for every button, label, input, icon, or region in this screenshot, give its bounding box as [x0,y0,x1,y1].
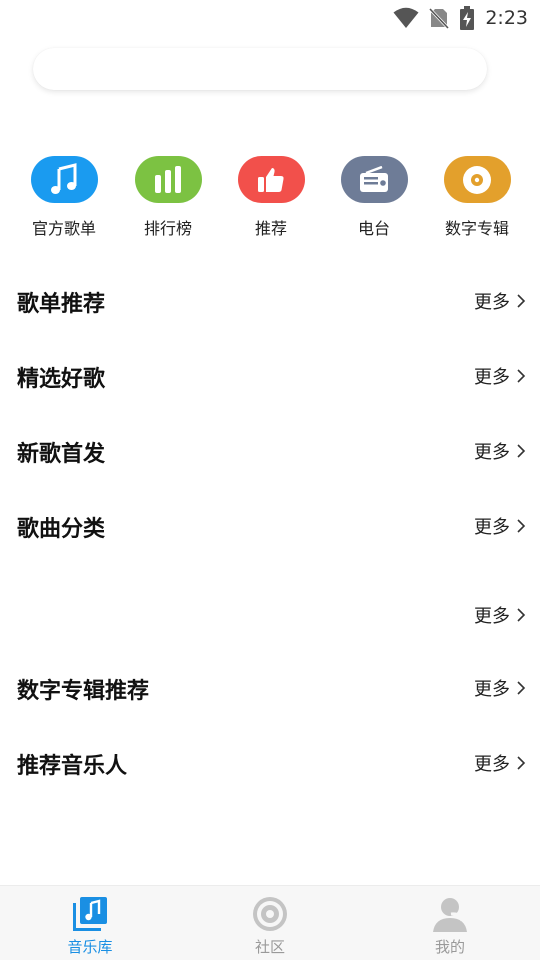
entry-charts[interactable]: 排行榜 [118,156,218,239]
nav-profile[interactable]: 我的 [360,886,540,960]
chevron-right-icon [517,369,526,383]
more-label: 更多 [474,442,510,463]
radio-icon [360,165,388,192]
more-label: 更多 [474,517,510,538]
section-song-categories: 歌曲分类 更多 [0,505,540,545]
entry-radio[interactable]: 电台 [324,156,424,239]
more-button[interactable]: 更多 [474,675,526,701]
entry-pill [340,156,408,203]
section-playlist-recommend: 歌单推荐 更多 [0,280,540,320]
section-title: 数字专辑推荐 [17,679,150,704]
no-sim-icon [429,7,450,29]
bottom-nav: 音乐库 社区 我的 [0,885,540,960]
section-title: 推荐音乐人 [17,754,128,779]
more-label: 更多 [474,292,510,313]
section-title: 歌曲分类 [17,517,106,542]
section-featured-songs: 精选好歌 更多 [0,355,540,395]
section-untitled: 更多 [0,594,540,634]
nav-label: 音乐库 [67,938,113,956]
chevron-right-icon [517,444,526,458]
bar-chart-icon [155,165,181,193]
more-label: 更多 [474,367,510,388]
nav-label: 社区 [254,938,285,956]
status-time: 2:23 [485,7,528,29]
nav-music-library[interactable]: 音乐库 [0,886,180,960]
more-button[interactable]: 更多 [474,513,526,539]
nav-icon-wrap [70,894,110,934]
nav-label: 我的 [434,938,465,956]
music-library-icon [73,897,107,931]
disc-icon [463,165,491,194]
more-button[interactable]: 更多 [474,363,526,389]
entry-official-playlist[interactable]: 官方歌单 [14,156,114,239]
more-button[interactable]: 更多 [474,438,526,464]
profile-icon [433,898,467,932]
more-button[interactable]: 更多 [474,602,526,628]
community-icon [253,897,287,931]
section-recommended-artists: 推荐音乐人 更多 [0,742,540,782]
entry-recommend[interactable]: 推荐 [221,156,321,239]
entry-label: 电台 [357,219,390,238]
more-button[interactable]: 更多 [474,288,526,314]
entry-digital-album[interactable]: 数字专辑 [427,156,527,239]
quick-entries: 官方歌单 排行榜 推荐 电台 数字专辑 [0,156,540,246]
wifi-icon [393,7,419,28]
chevron-right-icon [517,681,526,695]
nav-icon-wrap [250,894,290,934]
more-label: 更多 [474,754,510,775]
nav-community[interactable]: 社区 [180,886,360,960]
entry-pill [237,156,305,203]
section-title: 精选好歌 [17,367,106,392]
chevron-right-icon [517,519,526,533]
chevron-right-icon [517,294,526,308]
section-new-songs: 新歌首发 更多 [0,430,540,470]
entry-label: 推荐 [254,219,287,238]
status-icons: 2:23 [393,6,528,30]
search-input[interactable] [33,48,487,90]
section-title: 歌单推荐 [17,292,106,317]
section-title: 新歌首发 [17,442,106,467]
entry-pill [443,156,511,203]
section-digital-album-recommend: 数字专辑推荐 更多 [0,667,540,707]
status-bar: 2:23 [0,0,540,36]
more-label: 更多 [474,606,510,627]
battery-charging-icon [460,6,475,30]
chevron-right-icon [517,608,526,622]
more-label: 更多 [474,679,510,700]
thumbs-up-icon [258,167,284,192]
chevron-right-icon [517,756,526,770]
music-note-icon [51,162,77,194]
entry-pill [30,156,98,203]
entry-label: 数字专辑 [444,219,509,238]
entry-label: 官方歌单 [31,219,96,238]
entry-pill [134,156,202,203]
nav-icon-wrap [430,894,470,934]
more-button[interactable]: 更多 [474,750,526,776]
entry-label: 排行榜 [143,219,192,238]
